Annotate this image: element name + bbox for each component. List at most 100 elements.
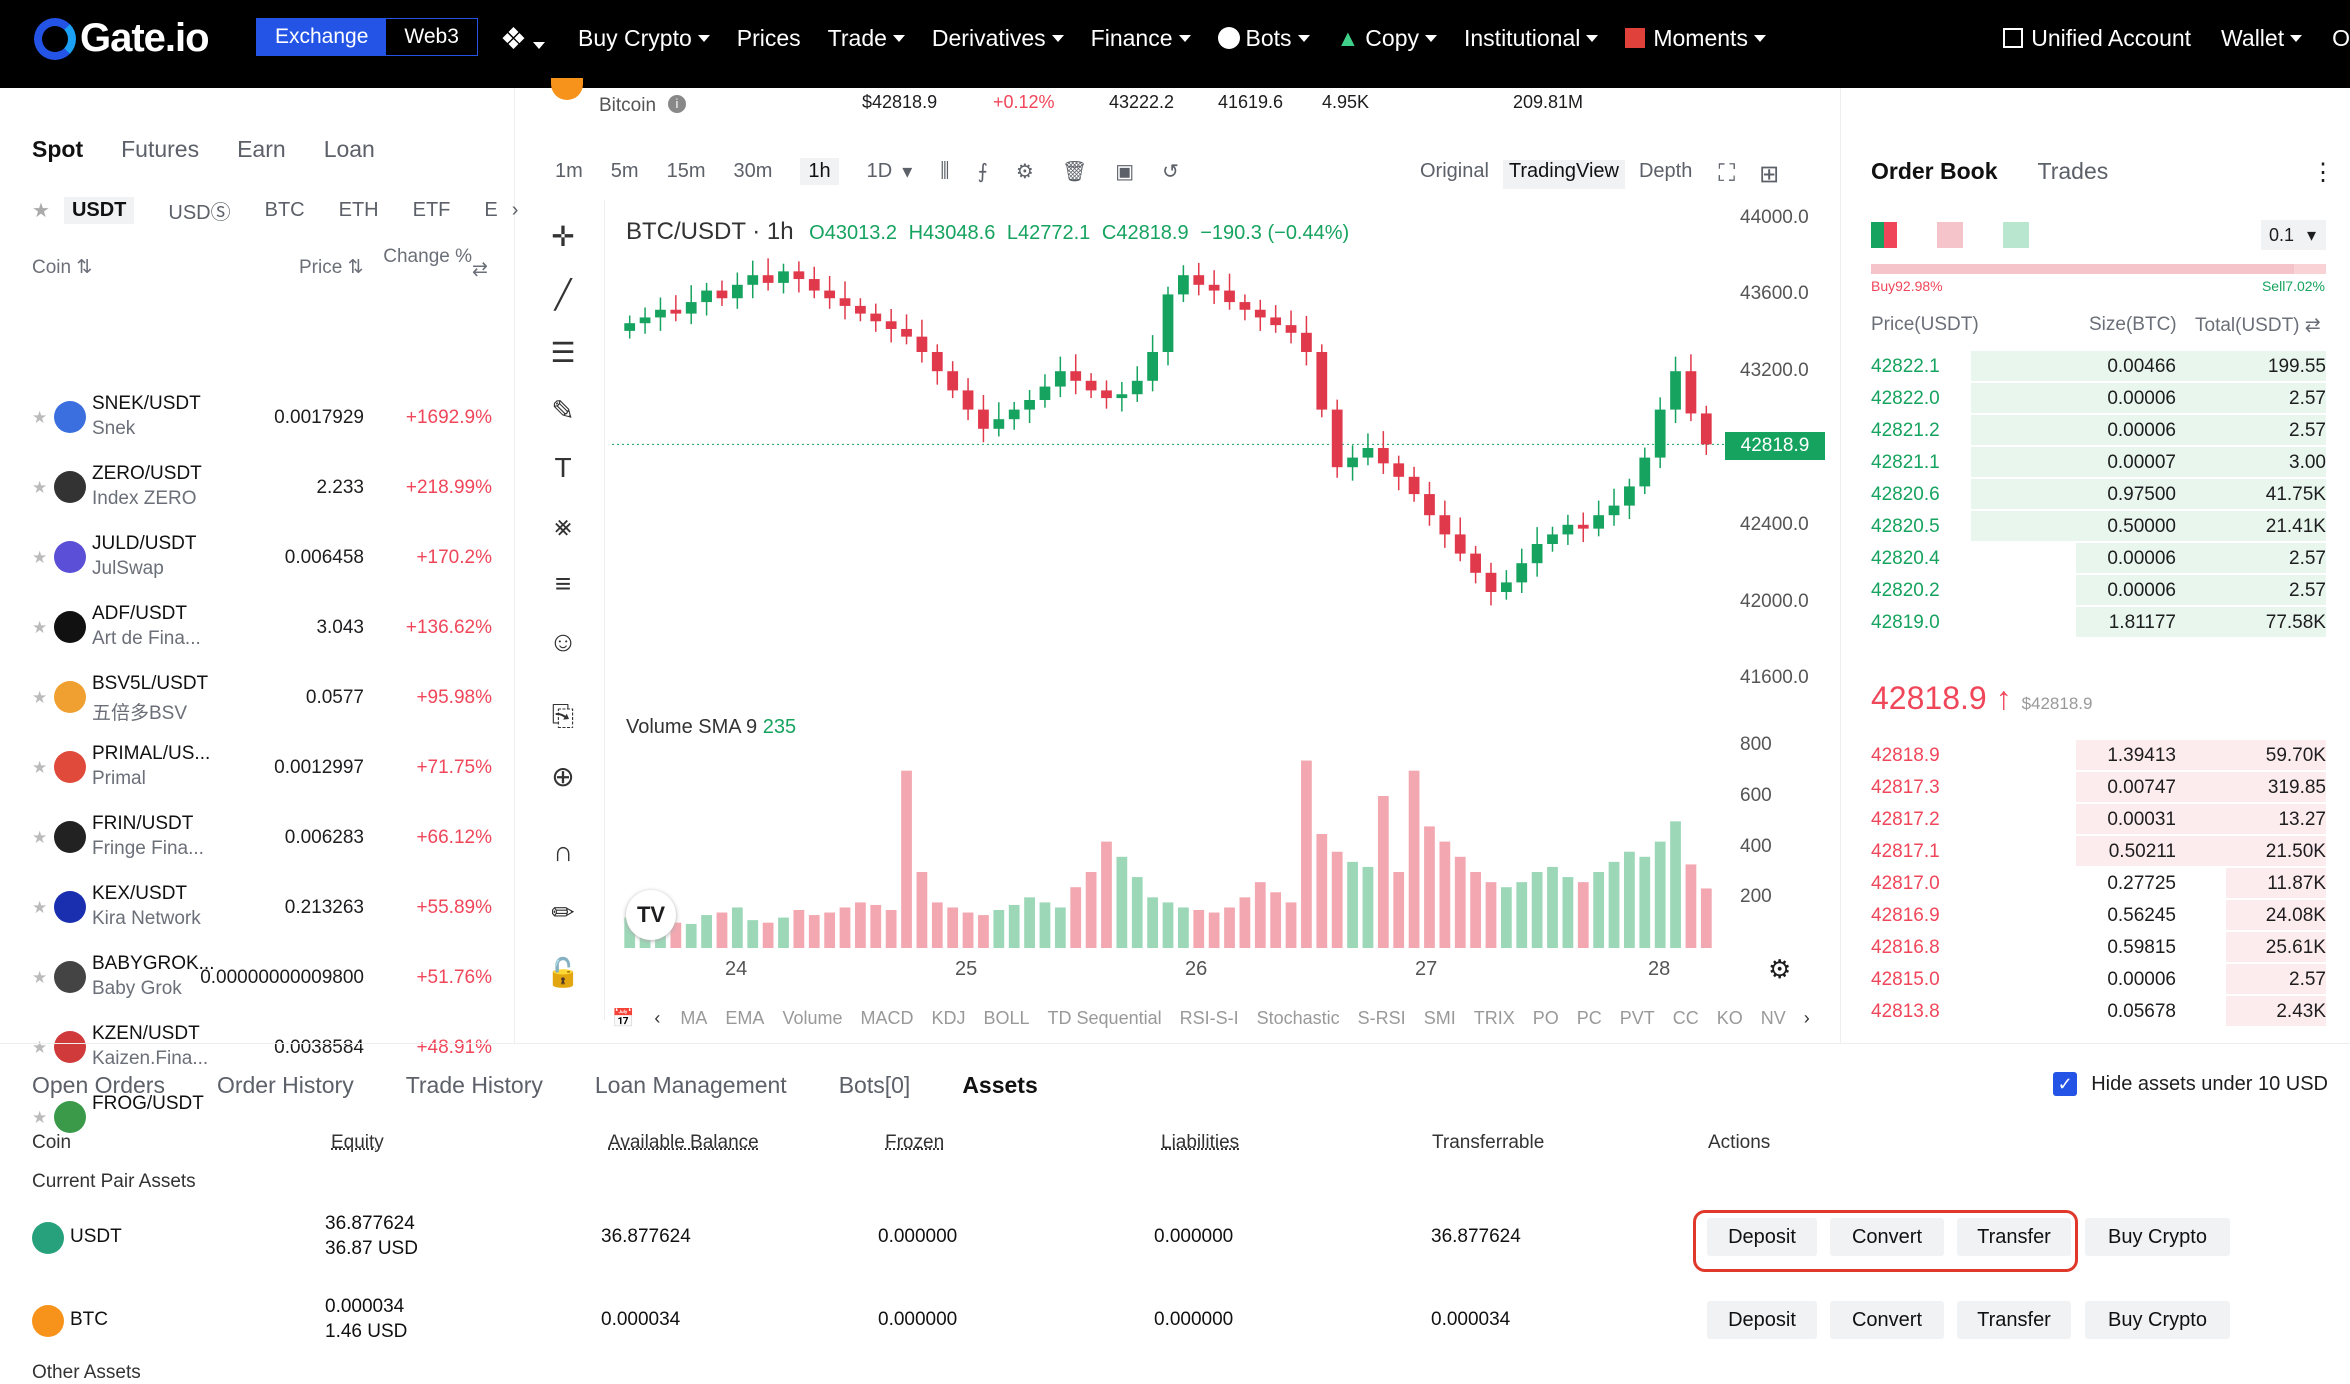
trendline-icon[interactable]: ╱ <box>543 278 583 318</box>
tab-futures[interactable]: Futures <box>121 136 199 163</box>
orderbook-row[interactable]: 42821.2 0.00006 2.57 <box>1871 414 2326 446</box>
nav-prices[interactable]: Prices <box>737 25 801 52</box>
orderbook-row[interactable]: 42813.8 0.05678 2.43K <box>1871 995 2326 1027</box>
chevron-right-icon[interactable]: › <box>512 199 519 222</box>
tab-open-orders[interactable]: Open Orders <box>32 1072 165 1099</box>
market-row[interactable]: ★ JULD/USDT JulSwap 0.006458 +170.2% <box>32 523 492 593</box>
tf-1d[interactable]: 1D <box>867 160 893 183</box>
swap-sort-icon[interactable]: ⇄ <box>472 258 488 281</box>
transfer-button[interactable]: Transfer <box>1957 1301 2071 1339</box>
deposit-button[interactable]: Deposit <box>1707 1301 1817 1339</box>
tab-order-history[interactable]: Order History <box>217 1072 354 1099</box>
emoji-icon[interactable]: ☺ <box>543 626 583 666</box>
col-change[interactable]: Change % <box>382 246 472 268</box>
orderbook-row[interactable]: 42818.9 1.39413 59.70K <box>1871 739 2326 771</box>
zoom-in-icon[interactable]: ⊕ <box>543 760 583 800</box>
mode-exchange-button[interactable]: Exchange <box>257 19 387 55</box>
quote-btc[interactable]: BTC <box>265 199 305 222</box>
indicator-chip[interactable]: MA <box>680 1008 707 1028</box>
orderbook-row[interactable]: 42817.3 0.00747 319.85 <box>1871 771 2326 803</box>
indicator-chip[interactable]: RSI-S-I <box>1180 1008 1239 1028</box>
nav-overflow[interactable]: O <box>2332 25 2350 52</box>
indicator-chip[interactable]: NV <box>1761 1008 1786 1028</box>
orderbook-row[interactable]: 42822.0 0.00006 2.57 <box>1871 382 2326 414</box>
quote-usds[interactable]: USDⓈ <box>168 196 230 225</box>
nav-buy-crypto[interactable]: Buy Crypto <box>578 25 710 52</box>
fullscreen-icon[interactable]: ⛶ <box>1718 160 1735 189</box>
quote-more[interactable]: E <box>484 199 497 222</box>
more-vertical-icon[interactable]: ⋮ <box>2311 158 2335 187</box>
candle-type-icon[interactable]: ⫼ <box>940 160 949 183</box>
orderbook-row[interactable]: 42821.1 0.00007 3.00 <box>1871 446 2326 478</box>
orderbook-row[interactable]: 42820.5 0.50000 21.41K <box>1871 510 2326 542</box>
buy-crypto-button[interactable]: Buy Crypto <box>2085 1301 2230 1339</box>
nav-derivatives[interactable]: Derivatives <box>932 25 1064 52</box>
precision-select[interactable]: 0.1 ▾ <box>2261 220 2326 250</box>
favorite-star-icon[interactable]: ★ <box>32 618 47 638</box>
indicator-chip[interactable]: Volume <box>782 1008 842 1028</box>
market-row[interactable]: ★ FRIN/USDT Fringe Fina... 0.006283 +66.12% <box>32 803 492 873</box>
tab-bots[interactable]: Bots[0] <box>839 1072 911 1099</box>
info-icon[interactable]: i <box>668 95 686 113</box>
indicator-chip[interactable]: PC <box>1577 1008 1602 1028</box>
col-coin[interactable]: Coin ⇅ <box>32 256 92 279</box>
view-buys-icon[interactable] <box>2003 222 2029 248</box>
favorite-star-icon[interactable]: ★ <box>32 548 47 568</box>
crosshair-icon[interactable]: ✛ <box>543 220 583 260</box>
layout-grid-icon[interactable]: ⊞ <box>1759 160 1779 189</box>
quote-etf[interactable]: ETF <box>413 199 451 222</box>
brand-logo[interactable]: Gate.io <box>34 16 210 61</box>
tf-1m[interactable]: 1m <box>555 160 583 183</box>
nav-bots[interactable]: Bots <box>1217 25 1310 52</box>
market-row[interactable]: ★ KEX/USDT Kira Network 0.213263 +55.89% <box>32 873 492 943</box>
trash-icon[interactable]: 🗑 <box>1062 159 1087 184</box>
favorite-star-icon[interactable]: ★ <box>32 828 47 848</box>
tab-trade-history[interactable]: Trade History <box>406 1072 543 1099</box>
favorite-star-icon[interactable]: ★ <box>32 408 47 428</box>
indicator-chip[interactable]: EMA <box>725 1008 764 1028</box>
tab-loan-management[interactable]: Loan Management <box>595 1072 787 1099</box>
orderbook-row[interactable]: 42819.0 1.81177 77.58K <box>1871 606 2326 638</box>
indicator-chip[interactable]: PVT <box>1620 1008 1655 1028</box>
indicator-chip[interactable]: S-RSI <box>1358 1008 1406 1028</box>
view-original[interactable]: Original <box>1420 160 1489 189</box>
settings-icon[interactable]: ⚙ <box>1016 159 1034 184</box>
tab-order-book[interactable]: Order Book <box>1871 158 1998 185</box>
chevron-right-icon[interactable]: › <box>1804 1008 1810 1029</box>
text-tool-icon[interactable]: T <box>543 452 583 492</box>
orderbook-row[interactable]: 42817.0 0.27725 11.87K <box>1871 867 2326 899</box>
indicator-chip[interactable]: SMI <box>1424 1008 1456 1028</box>
quote-eth[interactable]: ETH <box>339 199 379 222</box>
mode-web3-button[interactable]: Web3 <box>386 19 476 55</box>
view-sells-icon[interactable] <box>1937 222 1963 248</box>
orderbook-row[interactable]: 42816.8 0.59815 25.61K <box>1871 931 2326 963</box>
favorite-star-icon[interactable]: ★ <box>32 898 47 918</box>
orderbook-row[interactable]: 42820.6 0.97500 41.75K <box>1871 478 2326 510</box>
orderbook-row[interactable]: 42817.1 0.50211 21.50K <box>1871 835 2326 867</box>
orderbook-row[interactable]: 42816.9 0.56245 24.08K <box>1871 899 2326 931</box>
view-depth[interactable]: Depth <box>1639 160 1692 189</box>
favorite-star-icon[interactable]: ★ <box>32 758 47 778</box>
market-row[interactable]: ★ SNEK/USDT Snek 0.0017929 +1692.9% <box>32 383 492 453</box>
tab-loan[interactable]: Loan <box>324 136 375 163</box>
tf-dropdown-icon[interactable]: ▾ <box>902 159 912 184</box>
tab-spot[interactable]: Spot <box>32 136 83 163</box>
nav-finance[interactable]: Finance <box>1091 25 1191 52</box>
orderbook-row[interactable]: 42822.1 0.00466 199.55 <box>1871 350 2326 382</box>
indicator-chip[interactable]: TD Sequential <box>1048 1008 1162 1028</box>
orderbook-row[interactable]: 42815.0 0.00006 2.57 <box>1871 963 2326 995</box>
hide-small-assets[interactable]: ✓ Hide assets under 10 USD <box>2053 1072 2328 1096</box>
checkbox-checked-icon[interactable]: ✓ <box>2053 1072 2078 1096</box>
indicator-chip[interactable]: KO <box>1717 1008 1743 1028</box>
magnet-icon[interactable]: ∩ <box>543 836 583 876</box>
market-row[interactable]: ★ PRIMAL/US... Primal 0.0012997 +71.75% <box>32 733 492 803</box>
camera-icon[interactable]: ▣ <box>1115 159 1134 184</box>
nav-moments[interactable]: Moments <box>1625 25 1766 52</box>
wallet-menu[interactable]: Wallet <box>2221 25 2303 52</box>
view-both-icon[interactable] <box>1871 222 1897 248</box>
indicators-icon[interactable]: ⨍ <box>977 159 987 184</box>
replay-icon[interactable]: ↺ <box>1162 159 1179 184</box>
price-chart[interactable] <box>612 200 1724 700</box>
indicator-chip[interactable]: BOLL <box>984 1008 1030 1028</box>
apps-grid-icon[interactable]: ❖ <box>500 22 545 57</box>
